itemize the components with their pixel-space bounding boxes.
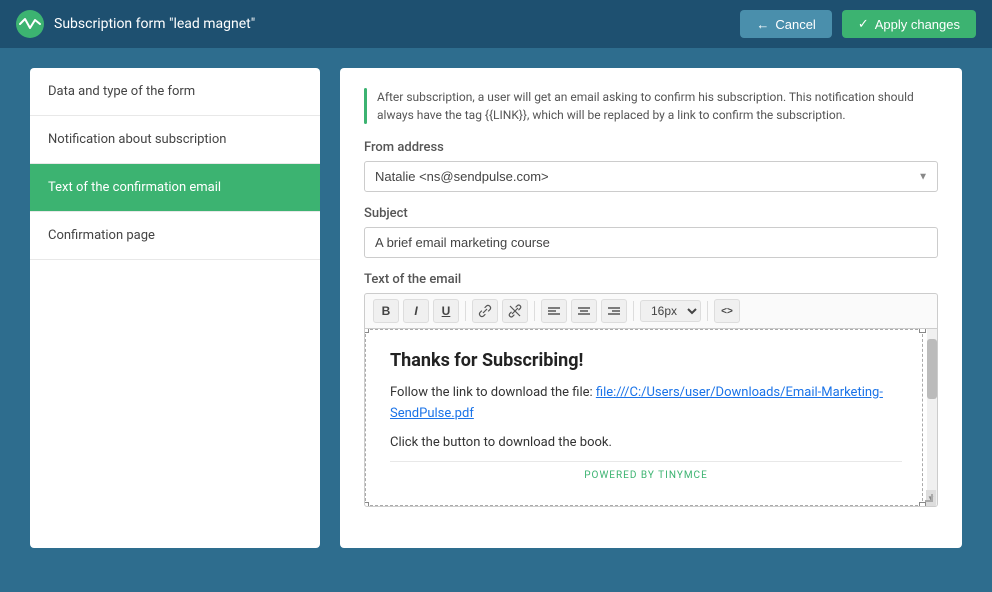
- from-address-select[interactable]: Natalie <ns@sendpulse.com>: [364, 161, 938, 192]
- scrollbar-thumb: [927, 339, 937, 399]
- main-content: Data and type of the form Notification a…: [0, 48, 992, 592]
- font-size-select[interactable]: 16px: [640, 300, 701, 322]
- editor-toolbar: B I U: [364, 293, 938, 328]
- sidebar-item-data-type[interactable]: Data and type of the form: [30, 68, 320, 116]
- sidebar-item-notification[interactable]: Notification about subscription: [30, 116, 320, 164]
- separator-2: [534, 301, 535, 321]
- code-button[interactable]: <>: [714, 299, 740, 323]
- sidebar-item-label: Notification about subscription: [48, 132, 226, 147]
- resize-handle[interactable]: [925, 494, 935, 504]
- from-address-group: From address Natalie <ns@sendpulse.com> …: [364, 140, 938, 192]
- align-right-button[interactable]: [601, 299, 627, 323]
- from-address-label: From address: [364, 140, 938, 155]
- unlink-button[interactable]: [502, 299, 528, 323]
- separator-1: [465, 301, 466, 321]
- unlink-icon: [508, 304, 522, 318]
- sidebar-item-label: Data and type of the form: [48, 84, 195, 99]
- sidebar-item-label: Text of the confirmation email: [48, 180, 221, 195]
- cancel-arrow-icon: ←: [756, 17, 769, 32]
- cancel-button[interactable]: ← Cancel: [740, 10, 831, 38]
- topbar: Subscription form "lead magnet" ← Cancel…: [0, 0, 992, 48]
- powered-by-label: POWERED BY TINYMCE: [390, 461, 902, 485]
- logo-icon: [16, 10, 44, 38]
- info-bar: After subscription, a user will get an e…: [364, 88, 938, 124]
- bold-button[interactable]: B: [373, 299, 399, 323]
- editor-heading[interactable]: Thanks for Subscribing!: [390, 350, 902, 371]
- sidebar-item-label: Confirmation page: [48, 228, 155, 243]
- email-text-group: Text of the email B I U: [364, 272, 938, 507]
- from-address-select-wrapper: Natalie <ns@sendpulse.com> ▼: [364, 161, 938, 192]
- align-left-icon: [548, 306, 560, 316]
- align-center-icon: [578, 306, 590, 316]
- topbar-actions: ← Cancel ✓ Apply changes: [740, 10, 976, 38]
- editor-body-line2[interactable]: Click the button to download the book.: [390, 433, 902, 454]
- separator-3: [633, 301, 634, 321]
- info-accent: [364, 88, 367, 124]
- resize-corner-tl: [364, 328, 369, 333]
- topbar-left: Subscription form "lead magnet": [16, 10, 255, 38]
- resize-corner-tr: [919, 328, 926, 333]
- cancel-label: Cancel: [775, 17, 815, 32]
- link-button[interactable]: [472, 299, 498, 323]
- align-left-button[interactable]: [541, 299, 567, 323]
- check-icon: ✓: [858, 16, 869, 32]
- email-text-label: Text of the email: [364, 272, 938, 287]
- page-title: Subscription form "lead magnet": [54, 16, 255, 32]
- sidebar-item-confirmation-email[interactable]: Text of the confirmation email: [30, 164, 320, 212]
- separator-4: [707, 301, 708, 321]
- align-center-button[interactable]: [571, 299, 597, 323]
- main-panel: After subscription, a user will get an e…: [340, 68, 962, 548]
- apply-changes-button[interactable]: ✓ Apply changes: [842, 10, 976, 38]
- resize-corner-bl: [364, 502, 369, 507]
- apply-label: Apply changes: [875, 17, 960, 32]
- subject-input[interactable]: [364, 227, 938, 258]
- sidebar-item-confirmation-page[interactable]: Confirmation page: [30, 212, 320, 260]
- italic-button[interactable]: I: [403, 299, 429, 323]
- info-text: After subscription, a user will get an e…: [377, 88, 938, 124]
- editor-content[interactable]: Thanks for Subscribing! Follow the link …: [365, 329, 923, 506]
- editor-scrollbar[interactable]: ▼: [927, 329, 937, 506]
- sidebar: Data and type of the form Notification a…: [30, 68, 320, 548]
- subject-group: Subject: [364, 206, 938, 258]
- editor-body-line1[interactable]: Follow the link to download the file: fi…: [390, 383, 902, 425]
- subject-label: Subject: [364, 206, 938, 221]
- underline-button[interactable]: U: [433, 299, 459, 323]
- editor-area[interactable]: Thanks for Subscribing! Follow the link …: [364, 328, 938, 507]
- align-right-icon: [608, 306, 620, 316]
- link-icon: [478, 304, 492, 318]
